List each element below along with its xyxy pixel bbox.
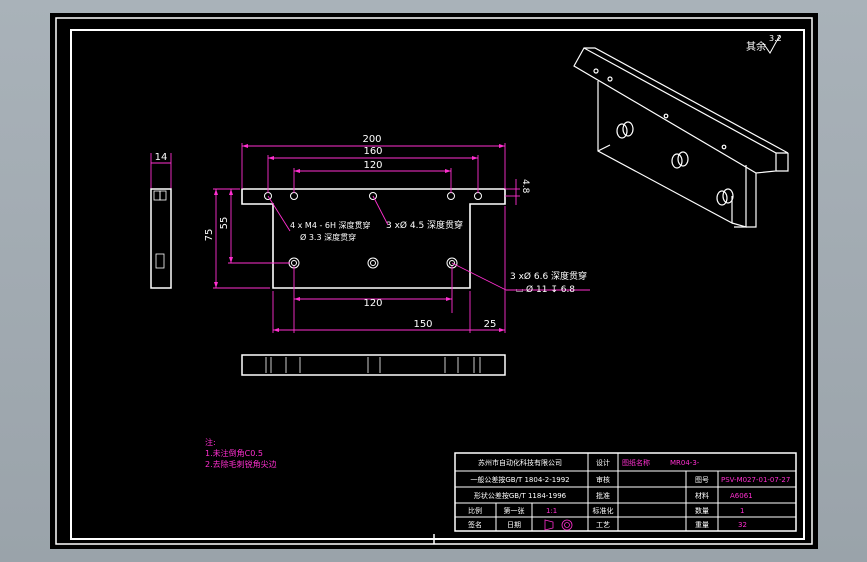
callout-counterbore: ⌴ Ø 11 ↧ 6.8: [516, 284, 575, 295]
drawing-viewport[interactable]: 其余 3.2 200 160 120 4.8 14 75 55 120 150 …: [50, 13, 818, 549]
tb-qty-label: 数量: [695, 506, 709, 515]
tb-design-name: 图纸名称: [622, 458, 650, 467]
tb-approve-label: 批准: [596, 491, 610, 500]
tb-process-label: 工艺: [596, 521, 610, 529]
tb-part-name: MR04-3-: [670, 459, 700, 467]
callout-4x-drill: Ø 3.3 深度贯穿: [300, 232, 356, 242]
side-view: [150, 188, 172, 289]
dim-14: 14: [155, 152, 168, 163]
tb-standard-label: 标准化: [593, 506, 614, 515]
tb-general-tolerance: 一般公差按GB/T 1804-2-1992: [470, 475, 569, 484]
callout-3x-4-5: 3 xØ 4.5 深度贯穿: [386, 219, 463, 231]
bottom-view: [241, 354, 506, 376]
tb-material-value: A6061: [730, 492, 753, 500]
tb-drawing-no-label: 图号: [695, 476, 709, 484]
notes-line-2: 2.去除毛刺锐角尖边: [205, 459, 277, 469]
projection-symbol-icon: [544, 519, 573, 531]
tb-review-label: 审核: [596, 475, 610, 484]
tb-date-label: 日期: [507, 521, 521, 529]
cad-drawing-canvas: 其余 3.2 200 160 120 4.8 14 75 55 120 150 …: [55, 17, 813, 545]
tb-sign-label: 签名: [468, 520, 482, 529]
front-view-outline: [241, 188, 506, 289]
dim-4-8: 4.8: [520, 179, 530, 194]
callout-3x-6-6: 3 xØ 6.6 深度贯穿: [510, 270, 587, 282]
dim-75: 75: [204, 229, 215, 242]
roughness-label: 其余: [746, 40, 766, 53]
dim-120-top: 120: [363, 160, 382, 171]
tb-scale-value: 1:1: [546, 507, 557, 515]
tb-weight-label: 重量: [695, 521, 709, 529]
roughness-value: 3.2: [769, 34, 782, 43]
dim-120-bottom: 120: [363, 298, 382, 309]
tb-scale-label: 比例: [468, 506, 482, 515]
dim-25: 25: [484, 319, 497, 330]
tb-shape-tolerance: 形状公差按GB/T 1184-1996: [474, 491, 567, 500]
callout-4x-m4: 4 x M4 - 6H 深度贯穿: [290, 220, 371, 230]
title-block: 苏州市自动化科技有限公司 一般公差按GB/T 1804-2-1992 形状公差按…: [454, 452, 797, 532]
dimension-arrows: [214, 144, 505, 332]
tb-designer-label: 设计: [596, 458, 610, 467]
tb-company: 苏州市自动化科技有限公司: [478, 458, 562, 467]
dim-overall-width: 200: [362, 134, 381, 145]
front-view: [241, 188, 506, 289]
tb-material-label: 材料: [695, 491, 709, 500]
tb-sheet-label: 第一张: [504, 506, 525, 515]
tb-drawing-no: PSV-M027-01-07-27: [721, 476, 790, 484]
notes-title: 注:: [205, 437, 216, 447]
isometric-view: [573, 47, 789, 228]
tb-weight-value: 32: [738, 521, 747, 529]
dim-160: 160: [363, 146, 382, 157]
tb-qty-value: 1: [740, 507, 744, 515]
dim-55: 55: [219, 217, 230, 230]
dim-150: 150: [413, 319, 432, 330]
notes-line-1: 1.未注倒角C0.5: [205, 448, 263, 458]
